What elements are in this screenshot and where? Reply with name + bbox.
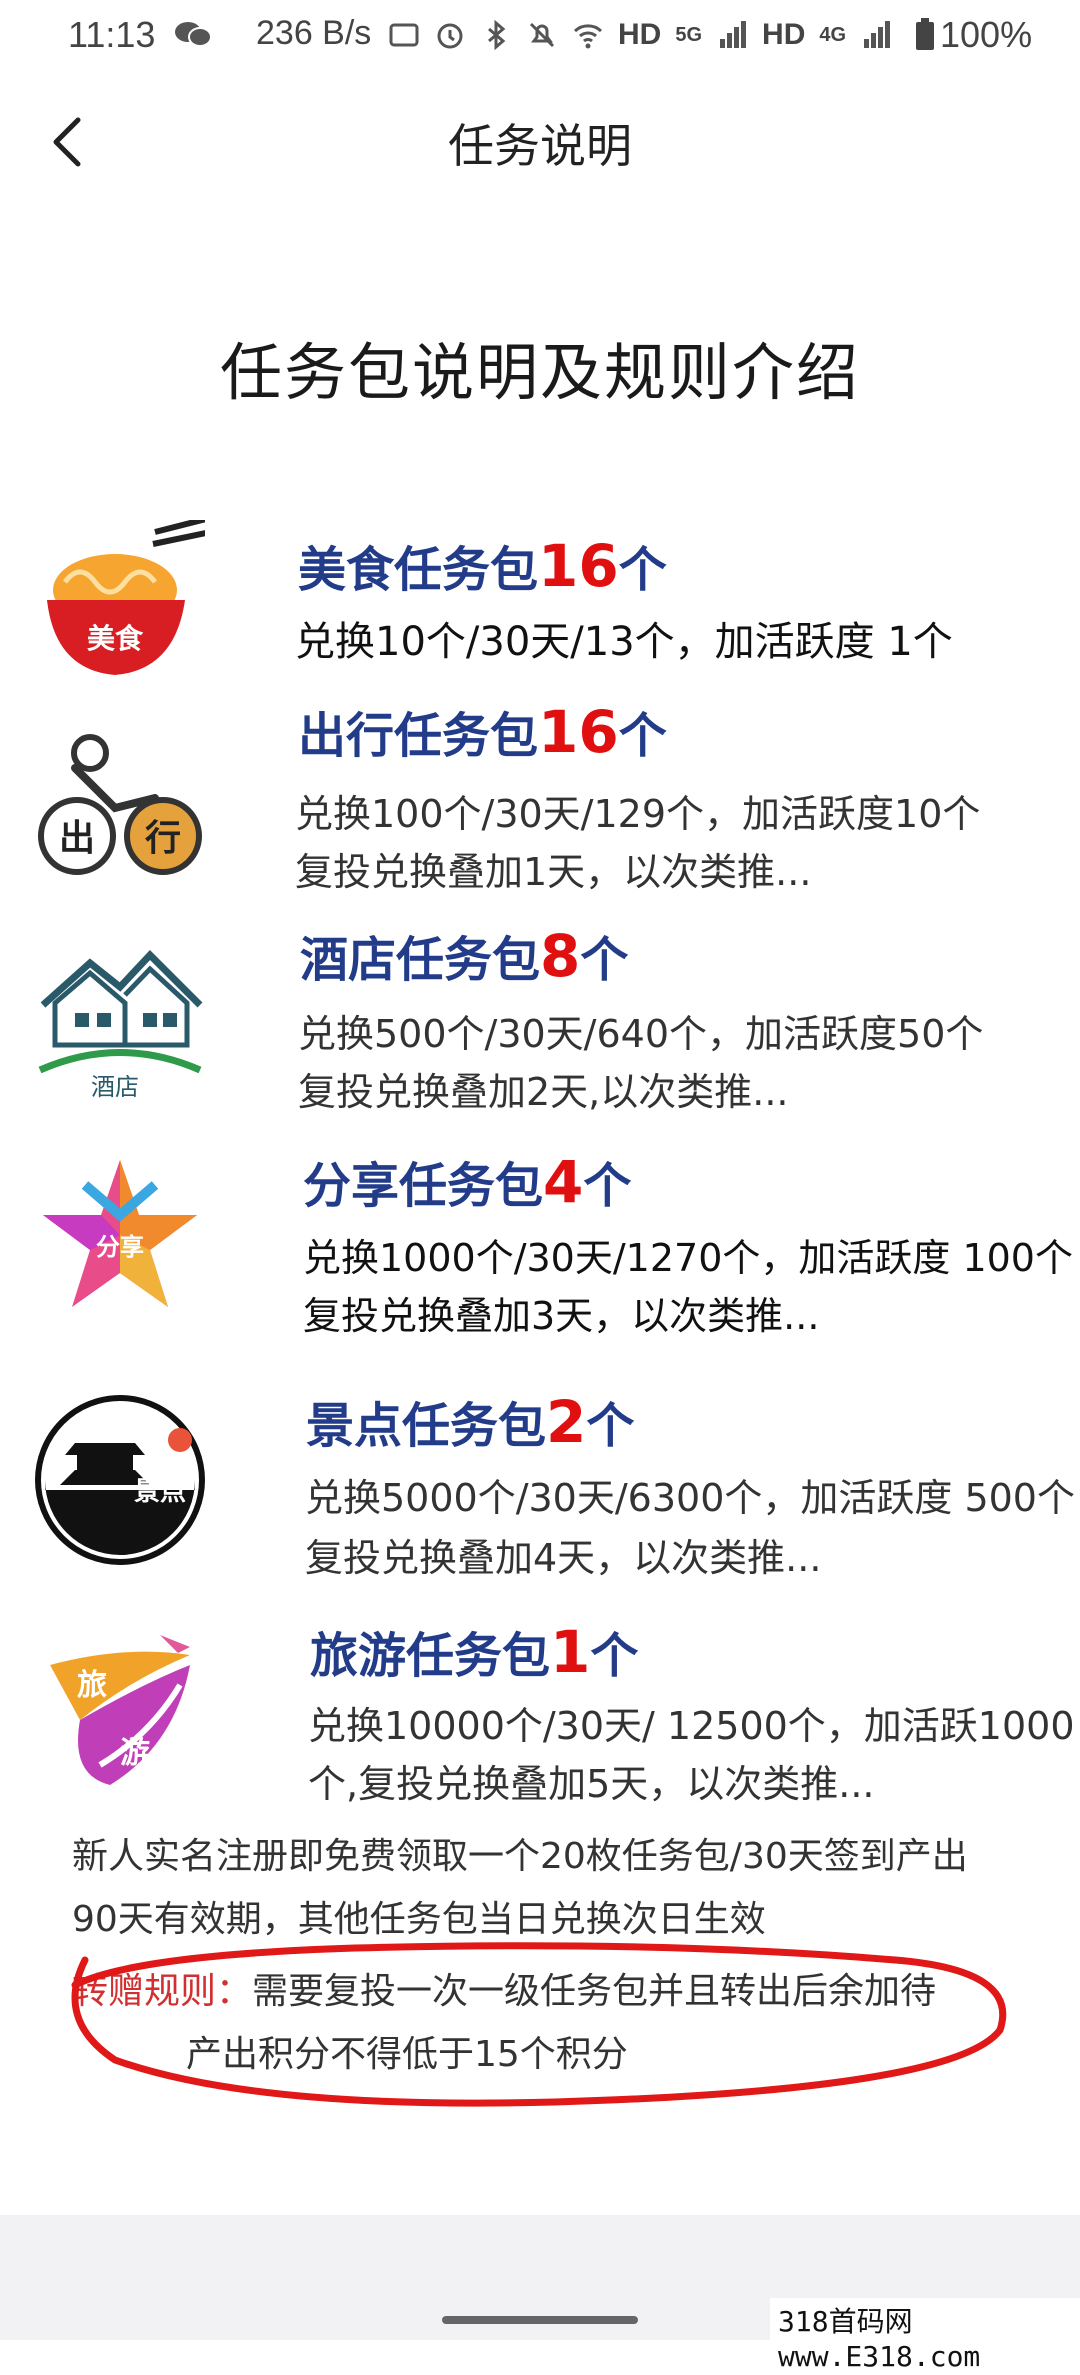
note-line: 新人实名注册即免费领取一个20枚任务包/30天签到产出 — [72, 1836, 968, 1877]
share-icon-label: 分享 — [96, 1233, 144, 1261]
network-type-label: 4G — [819, 23, 847, 46]
scenic-icon-label: 景点 — [134, 1476, 186, 1507]
transfer-rule: 转赠规则：需要复投一次一级任务包并且转出后余加待 — [72, 1960, 1032, 2024]
package-title: 酒店任务包8个 — [300, 922, 629, 990]
package-desc-line: 兑换500个/30天/640个，加活跃度50个 — [298, 1012, 984, 1056]
package-desc-line: 复投兑换叠加1天，以次类推... — [295, 850, 812, 894]
package-desc-line: 个,复投兑换叠加5天，以次类推... — [308, 1762, 875, 1806]
tourism-icon-label-2: 游 — [120, 1736, 150, 1771]
hd-label: HD — [618, 18, 662, 51]
home-indicator[interactable] — [442, 2316, 638, 2324]
status-icons: HD 5G HD 4G — [388, 18, 892, 52]
rule-label: 转赠规则： — [72, 1971, 253, 2012]
package-desc-line: 兑换10个/30天/13个，加活跃度 1个 — [295, 619, 953, 665]
page-title: 任务说明 — [448, 119, 632, 173]
package-title: 景点任务包2个 — [306, 1388, 635, 1456]
alarm-icon — [437, 23, 463, 49]
watermark: 318首码网 www.E318.com — [770, 2298, 1080, 2375]
package-desc-line: 复投兑换叠加4天，以次类推... — [305, 1536, 822, 1580]
battery-percent: 100% — [940, 14, 1033, 55]
signal-icon — [720, 21, 747, 48]
network-speed: 236 B/s — [256, 14, 372, 52]
scenic-pavilion-icon: 景点 — [35, 1395, 205, 1565]
package-title: 分享任务包4个 — [303, 1148, 632, 1216]
travel-icon-label-2: 行 — [145, 818, 181, 859]
rule-text: 需要复投一次一级任务包并且转出后余加待 — [252, 1971, 937, 2012]
header: 任务说明 — [0, 70, 1080, 210]
status-bar: 11:13 236 B/s HD 5G HD 4G 100% — [0, 0, 1080, 70]
hotel-house-icon: 酒店 — [38, 949, 203, 1101]
package-desc-line: 复投兑换叠加3天，以次类推... — [303, 1294, 820, 1338]
wifi-icon — [573, 24, 603, 49]
package-desc-line: 兑换5000个/30天/6300个，加活跃度 500个 — [305, 1476, 1075, 1520]
hd-label: HD — [762, 18, 806, 51]
mute-icon — [529, 22, 555, 48]
status-time: 11:13 — [68, 14, 156, 55]
hotel-icon-label: 酒店 — [91, 1073, 139, 1101]
refresh-rate-icon — [389, 23, 419, 47]
rule-text-continued: 产出积分不得低于15个积分 — [186, 2034, 628, 2075]
signal-icon — [864, 21, 891, 48]
package-desc-line: 兑换1000个/30天/1270个，加活跃度 100个 — [303, 1236, 1073, 1280]
main-heading: 任务包说明及规则介绍 — [219, 336, 860, 409]
share-star-icon: 分享 — [43, 1160, 197, 1307]
package-title: 美食任务包16个 — [298, 532, 667, 600]
tourism-icon: 旅 游 — [50, 1635, 190, 1785]
package-desc-line: 兑换100个/30天/129个，加活跃度10个 — [295, 792, 981, 836]
package-desc-line: 兑换10000个/30天/ 12500个，加活跃1000 — [308, 1704, 1075, 1748]
bicycle-icon: 出 行 — [38, 734, 202, 875]
bluetooth-icon — [488, 19, 506, 51]
wechat-icon — [175, 22, 212, 47]
travel-icon-label-1: 出 — [59, 818, 95, 859]
package-title: 旅游任务包1个 — [310, 1618, 639, 1686]
package-title: 出行任务包16个 — [298, 698, 667, 766]
network-type-label: 5G — [675, 23, 703, 46]
food-bowl-icon: 美食 — [47, 520, 205, 675]
package-desc-line: 复投兑换叠加2天,以次类推... — [298, 1070, 789, 1114]
battery-icon — [916, 18, 934, 50]
food-icon-label: 美食 — [87, 622, 144, 655]
tourism-icon-label-1: 旅 — [77, 1668, 107, 1703]
note-line: 90天有效期，其他任务包当日兑换次日生效 — [72, 1899, 766, 1940]
